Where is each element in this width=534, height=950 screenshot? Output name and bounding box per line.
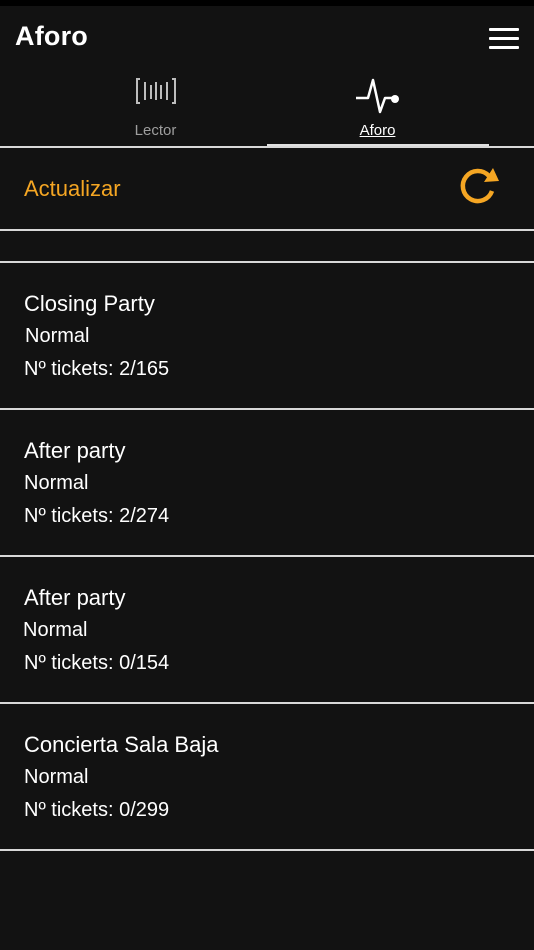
tab-aforo[interactable]: Aforo (244, 68, 511, 146)
refresh-button[interactable]: Actualizar (0, 150, 534, 229)
ticket-count: Nº tickets: 2/274 (24, 505, 170, 527)
ticket-type: Normal (24, 766, 89, 788)
divider (0, 849, 534, 851)
menu-icon (489, 28, 519, 31)
event-name: After party (24, 438, 126, 463)
tab-bar: Lector Aforo (0, 68, 534, 148)
menu-icon-line (489, 37, 519, 40)
event-card[interactable]: Closing Party Normal Nº tickets: 2/165 (0, 263, 534, 408)
ticket-type: Normal (24, 472, 89, 494)
tab-label-aforo: Aforo (359, 122, 396, 139)
ticket-type: Normal (25, 325, 90, 347)
hamburger-menu-button[interactable] (482, 22, 526, 54)
ticket-count: Nº tickets: 0/154 (24, 652, 170, 674)
refresh-icon[interactable] (456, 165, 500, 207)
event-card[interactable]: After party Normal Nº tickets: 0/154 (0, 557, 534, 702)
event-name: Closing Party (24, 291, 155, 316)
event-name: Concierta Sala Baja (24, 732, 219, 757)
barcode-icon (135, 78, 176, 104)
app-bar: Aforo (0, 6, 534, 68)
pulse-icon (355, 78, 399, 114)
ticket-count: Nº tickets: 2/165 (24, 358, 170, 380)
event-card[interactable]: Concierta Sala Baja Normal Nº tickets: 0… (0, 704, 534, 849)
refresh-label: Actualizar (24, 176, 121, 201)
ticket-type: Normal (23, 619, 88, 641)
event-card[interactable]: After party Normal Nº tickets: 2/274 (0, 410, 534, 555)
divider (0, 146, 534, 148)
app-title: Aforo (15, 21, 88, 51)
menu-icon-line (489, 46, 519, 49)
event-name: After party (24, 585, 126, 610)
divider (0, 229, 534, 231)
ticket-count: Nº tickets: 0/299 (24, 799, 170, 821)
